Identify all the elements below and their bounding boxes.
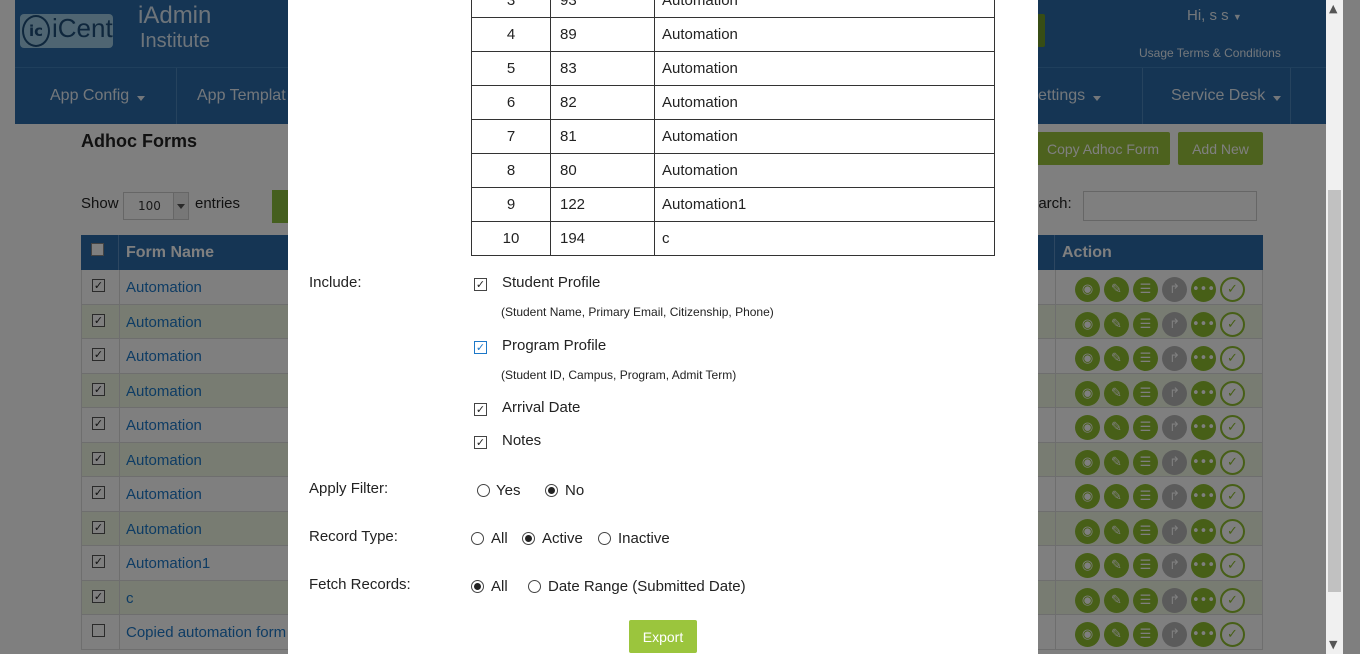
selected-form-row: 4 89 Automation <box>471 17 995 52</box>
row-number: 6 <box>471 85 551 120</box>
record-type-active-label: Active <box>542 530 583 547</box>
apply-filter-no-radio[interactable] <box>545 484 558 497</box>
arrival-date-label: Arrival Date <box>502 399 581 416</box>
selected-form-row: 9 122 Automation1 <box>471 187 995 222</box>
record-type-inactive-label: Inactive <box>618 530 670 547</box>
form-id: 89 <box>550 17 655 52</box>
form-name: Automation <box>654 153 995 188</box>
form-id: 122 <box>550 187 655 222</box>
apply-filter-yes-label: Yes <box>496 482 521 499</box>
form-name: Automation <box>654 17 995 52</box>
program-profile-checkbox[interactable]: ✓ <box>474 341 487 354</box>
form-name: Automation <box>654 85 995 120</box>
row-number: 3 <box>471 0 551 18</box>
scroll-up-icon[interactable]: ▲ <box>1329 2 1337 15</box>
record-type-all-label: All <box>491 530 508 547</box>
form-name: Automation1 <box>654 187 995 222</box>
selected-form-row: 7 81 Automation <box>471 119 995 154</box>
record-type-all-radio[interactable] <box>471 532 484 545</box>
fetch-records-date-range-radio[interactable] <box>528 580 541 593</box>
form-name: Automation <box>654 51 995 86</box>
apply-filter-label: Apply Filter: <box>309 480 389 497</box>
arrival-date-checkbox[interactable]: ✓ <box>474 403 487 416</box>
selected-form-row: 5 83 Automation <box>471 51 995 86</box>
form-id: 81 <box>550 119 655 154</box>
notes-label: Notes <box>502 432 542 449</box>
row-number: 5 <box>471 51 551 86</box>
form-name: Automation <box>654 119 995 154</box>
record-type-active-radio[interactable] <box>522 532 535 545</box>
notes-checkbox[interactable]: ✓ <box>474 436 487 449</box>
student-profile-fields: (Student Name, Primary Email, Citizenshi… <box>501 305 774 319</box>
selected-form-row: 8 80 Automation <box>471 153 995 188</box>
selected-form-row: 3 93 Automation <box>471 0 995 18</box>
export-button[interactable]: Export <box>629 620 697 653</box>
fetch-records-all-label: All <box>491 578 508 595</box>
fetch-records-date-range-label: Date Range (Submitted Date) <box>548 578 746 595</box>
record-type-inactive-radio[interactable] <box>598 532 611 545</box>
form-id: 80 <box>550 153 655 188</box>
program-profile-label: Program Profile <box>502 337 607 354</box>
fetch-records-label: Fetch Records: <box>309 576 411 593</box>
page-scrollbar[interactable]: ▲ ▼ <box>1326 0 1343 654</box>
include-label: Include: <box>309 274 362 291</box>
scroll-thumb[interactable] <box>1328 190 1341 592</box>
form-name: c <box>654 221 995 256</box>
student-profile-checkbox[interactable]: ✓ <box>474 278 487 291</box>
row-number: 10 <box>471 221 551 256</box>
row-number: 7 <box>471 119 551 154</box>
selected-forms-table: 3 93 Automation 4 89 Automation 5 83 Automation 6… <box>471 0 995 256</box>
scroll-down-icon[interactable]: ▼ <box>1329 638 1337 651</box>
student-profile-label: Student Profile <box>502 274 601 291</box>
row-number: 9 <box>471 187 551 222</box>
selected-form-row: 6 82 Automation <box>471 85 995 120</box>
form-id: 83 <box>550 51 655 86</box>
apply-filter-yes-radio[interactable] <box>477 484 490 497</box>
selected-form-row: 10 194 c <box>471 221 995 256</box>
form-name: Automation <box>654 0 995 18</box>
program-profile-fields: (Student ID, Campus, Program, Admit Term… <box>501 368 737 382</box>
fetch-records-all-radio[interactable] <box>471 580 484 593</box>
export-modal: 3 93 Automation 4 89 Automation 5 83 Automation 6… <box>288 0 1038 654</box>
row-number: 4 <box>471 17 551 52</box>
record-type-label: Record Type: <box>309 528 398 545</box>
form-id: 194 <box>550 221 655 256</box>
row-number: 8 <box>471 153 551 188</box>
apply-filter-no-label: No <box>565 482 585 499</box>
form-id: 93 <box>550 0 655 18</box>
form-id: 82 <box>550 85 655 120</box>
